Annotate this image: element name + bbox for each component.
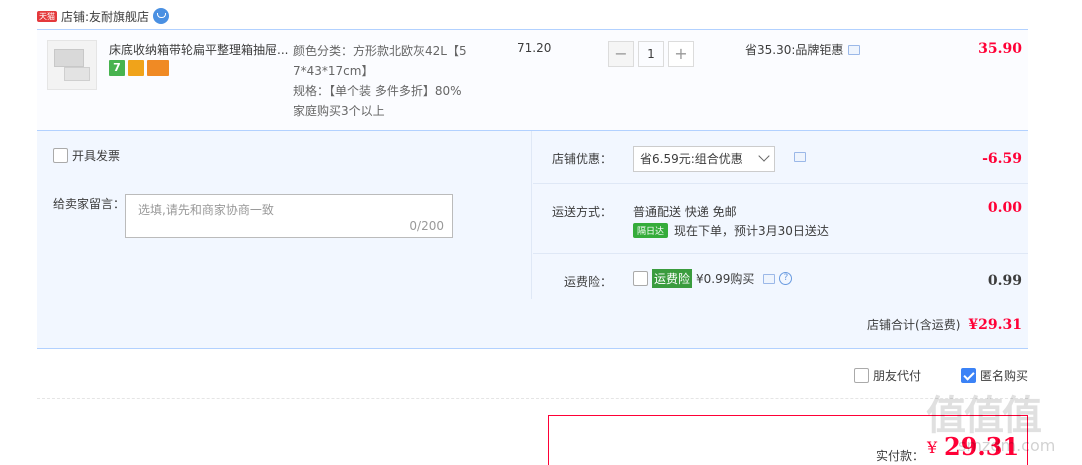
guarantee-icon (128, 60, 144, 76)
help-icon[interactable]: ? (779, 272, 793, 285)
comment-icon[interactable] (794, 152, 806, 162)
insurance-option[interactable]: 运费险 ¥0.99购买 ? (633, 269, 793, 288)
message-textarea[interactable]: 选填,请先和商家协商一致 0/200 (125, 194, 453, 238)
item-total: 35.90 (978, 41, 1022, 57)
divider (37, 398, 1028, 399)
store-total-label: 店铺合计(含运费) (867, 318, 961, 332)
next-day-badge: 隔日达 (633, 223, 669, 238)
shipping-label: 运送方式： (551, 205, 612, 219)
message-label: 给卖家留言： (53, 197, 126, 211)
store-total-value: ¥29.31 (968, 317, 1022, 333)
product-thumbnail[interactable] (47, 40, 97, 90)
comment-icon[interactable] (763, 273, 776, 284)
comment-icon[interactable] (848, 44, 861, 55)
credit-card-icon (147, 60, 169, 76)
options-right: 店铺优惠： 省6.59元:组合优惠 -6.59 运送方式： 普通配送 快递 免邮… (533, 131, 1028, 299)
insurance-price: ¥0.99购买 (696, 272, 755, 286)
invoice-label: 开具发票 (72, 149, 121, 163)
store-header: 天猫 店铺: 友耐旗舰店 (37, 6, 170, 26)
store-discount-value: -6.59 (982, 151, 1022, 167)
shipping-value: 0.00 (987, 200, 1022, 216)
item-sku: 颜色分类：方形款北欧灰42L【5 7*43*17cm】 规格：【单个装 多件多折… (293, 41, 483, 121)
sku-line: 颜色分类：方形款北欧灰42L【5 (293, 44, 467, 58)
chevron-down-icon (758, 150, 770, 162)
quantity-stepper: − 1 + (608, 41, 694, 67)
friend-pay-option[interactable]: 朋友代付 (853, 367, 921, 384)
payment-options: 朋友代付 匿名购买 (853, 367, 1028, 384)
sku-line: 家庭购买3个以上 (293, 104, 385, 118)
quantity-input[interactable]: 1 (638, 41, 664, 67)
quantity-plus-button[interactable]: + (668, 41, 694, 67)
item-discount: 省35.30:品牌钜惠 (745, 41, 861, 58)
invoice-option[interactable]: 开具发票 (53, 147, 120, 164)
friend-pay-checkbox[interactable] (853, 368, 869, 383)
payment-label: 实付款： (876, 449, 925, 463)
insurance-tag: 运费险 (652, 269, 693, 288)
watermark-site: smzdm.com (958, 436, 1056, 455)
seven-day-return-icon: 7 (109, 60, 125, 76)
insurance-value: 0.99 (987, 273, 1022, 289)
insurance-label: 运费险： (563, 275, 612, 289)
sku-line: 7*43*17cm】 (293, 64, 374, 78)
sku-line: 规格：【单个装 多件多折】80% (293, 84, 462, 98)
message-char-count: 0/200 (409, 219, 444, 233)
store-label: 店铺: (61, 9, 90, 24)
watermark-logo: 值值值 (926, 393, 1042, 439)
anonymous-label: 匿名购买 (979, 369, 1028, 383)
store-discount-label: 店铺优惠： (551, 152, 612, 166)
store-discount-row: 店铺优惠： 省6.59元:组合优惠 -6.59 (533, 131, 1028, 184)
store-total: 店铺合计(含运费) ¥29.31 (867, 316, 1022, 333)
quantity-minus-button[interactable]: − (608, 41, 634, 67)
service-badges: 7 (109, 60, 169, 76)
insurance-row: 运费险： 运费险 ¥0.99购买 ? 0.99 (533, 254, 1028, 299)
store-discount-select[interactable]: 省6.59元:组合优惠 (633, 146, 775, 172)
item-title-link[interactable]: 床底收纳箱带轮扁平整理箱抽屉... (109, 41, 289, 58)
invoice-checkbox[interactable] (53, 148, 68, 163)
wangwang-chat-icon[interactable] (153, 8, 170, 24)
message-placeholder: 选填,请先和商家协商一致 (138, 203, 274, 217)
tmall-badge: 天猫 (37, 10, 57, 22)
shipping-method: 普通配送 快递 免邮 (633, 205, 737, 219)
insurance-checkbox[interactable] (633, 271, 648, 286)
shipping-eta: 现在下单，预计3月30日送达 (674, 224, 829, 238)
shipping-eta-line: 隔日达 现在下单，预计3月30日送达 (633, 222, 829, 239)
unit-price: 71.20 (517, 41, 552, 55)
friend-pay-label: 朋友代付 (872, 369, 921, 383)
anonymous-checkbox[interactable] (960, 368, 976, 383)
item-row: 床底收纳箱带轮扁平整理箱抽屉... 7 颜色分类：方形款北欧灰42L【5 7*4… (37, 29, 1028, 130)
item-discount-text: 省35.30:品牌钜惠 (745, 43, 844, 57)
order-options-panel: 开具发票 给卖家留言： 选填,请先和商家协商一致 0/200 店铺优惠： 省6.… (37, 130, 1028, 349)
shipping-row: 运送方式： 普通配送 快递 免邮 隔日达 现在下单，预计3月30日送达 0.00 (533, 184, 1028, 254)
anonymous-option[interactable]: 匿名购买 (960, 367, 1028, 384)
store-name-link[interactable]: 友耐旗舰店 (89, 8, 149, 25)
options-left: 开具发票 给卖家留言： 选填,请先和商家协商一致 0/200 (37, 131, 532, 299)
store-discount-selected: 省6.59元:组合优惠 (640, 152, 743, 166)
